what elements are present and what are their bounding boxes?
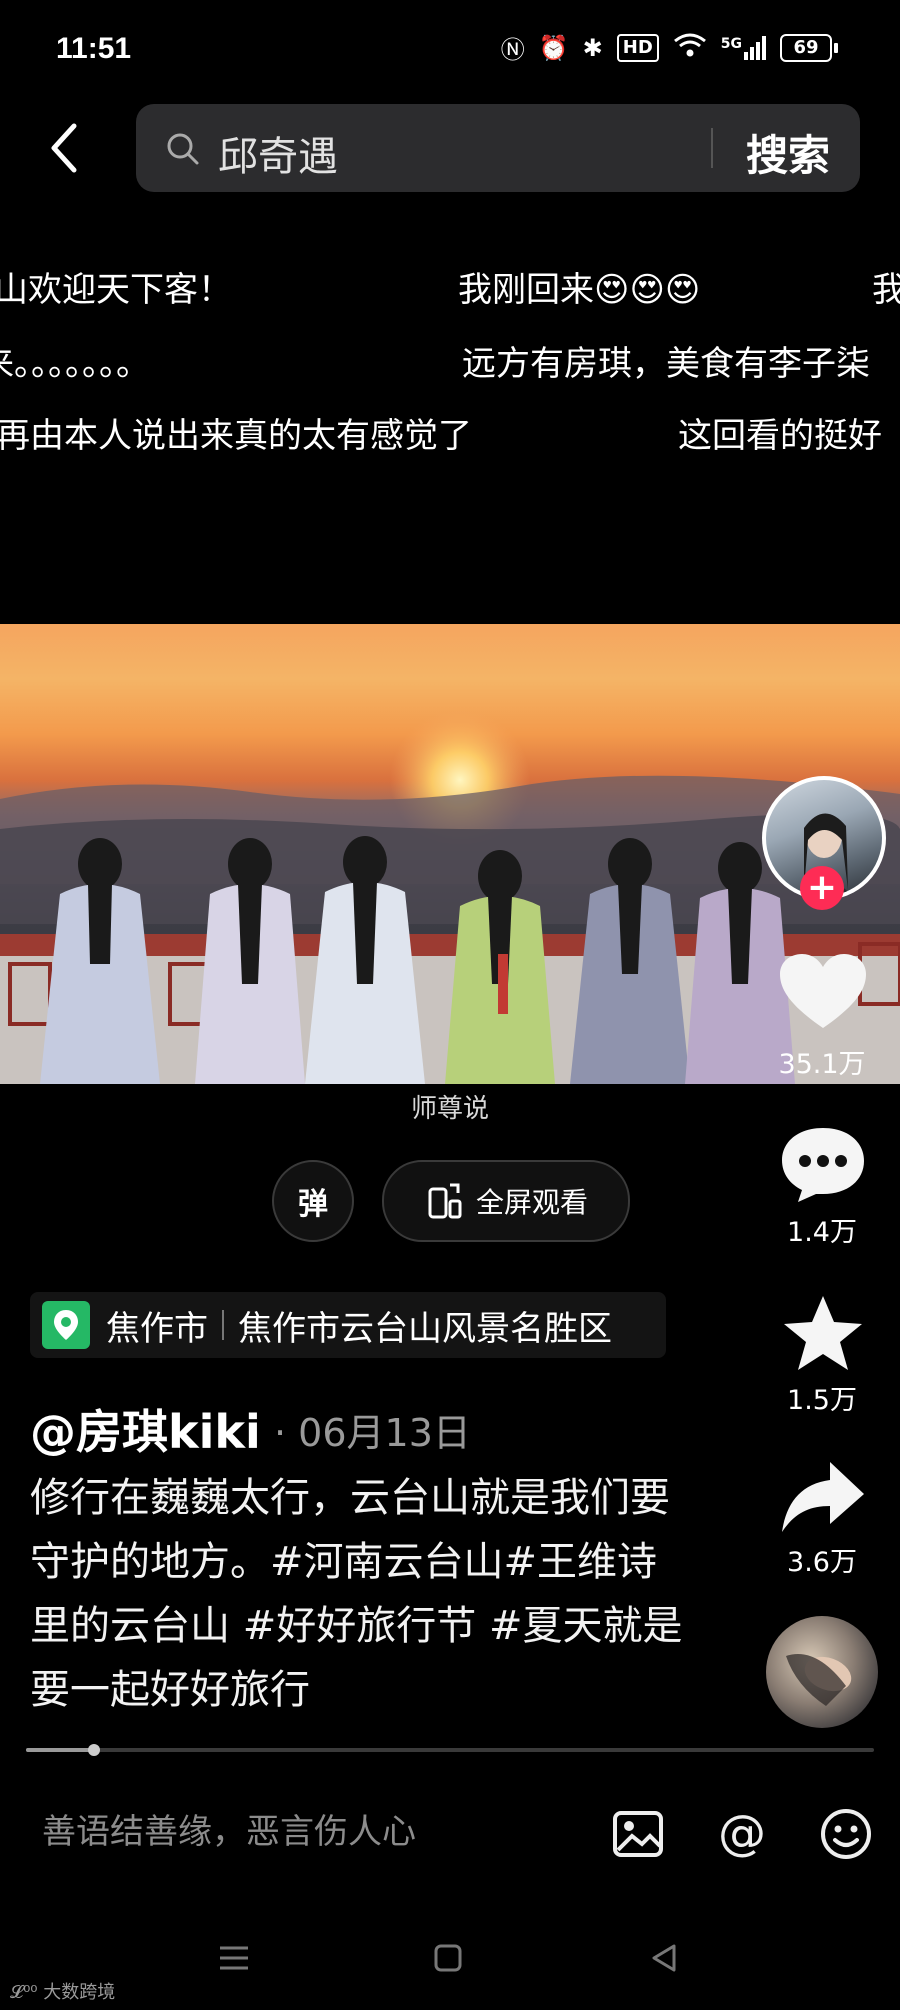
back-button[interactable] — [42, 118, 92, 178]
follow-button[interactable]: + — [800, 866, 844, 910]
danmaku-item: 我 — [872, 270, 900, 310]
alarm-icon: ⏰ — [538, 33, 569, 62]
search-button[interactable]: 搜索 — [746, 122, 830, 183]
music-cover-image — [786, 1654, 852, 1706]
search-divider — [711, 128, 713, 168]
emoji-icon[interactable] — [818, 1806, 874, 1862]
post-description: 修行在巍巍太行，云台山就是我们要守护的地方。#河南云台山#王维诗里的云台山 #好… — [30, 1475, 683, 1713]
location-pin-icon — [42, 1301, 90, 1349]
video-progress-bar[interactable] — [26, 1744, 874, 1756]
status-icons: Ⓝ ⏰ ✱ HD 5G 69 — [501, 30, 838, 65]
signal-icon: 5G — [721, 35, 766, 60]
progress-fill — [26, 1748, 94, 1752]
fullscreen-label: 全屏观看 — [475, 1186, 588, 1219]
watermark-text: 大数跨境 — [43, 1982, 116, 2003]
location-spot: 焦作市云台山风景名胜区 — [238, 1308, 612, 1349]
home-icon[interactable] — [428, 1938, 468, 1978]
watermark: 𝓛⁰⁰ 大数跨境 — [10, 1978, 115, 2004]
danmaku-item: 这回看的挺好 — [678, 416, 882, 456]
danmaku-item: 远方有房琪，美食有李子柒 — [462, 344, 870, 384]
author-name[interactable]: @房琪kiki — [30, 1396, 261, 1462]
plus-icon: + — [806, 867, 838, 908]
share-count: 3.6万 — [787, 1547, 857, 1578]
at-mention-icon[interactable]: @ — [714, 1806, 770, 1862]
rotate-screen-icon — [428, 1183, 462, 1219]
progress-handle[interactable] — [87, 1744, 100, 1756]
like-count: 35.1万 — [778, 1049, 866, 1080]
battery-level: 69 — [780, 33, 832, 62]
video-subtitle: 师尊说 — [410, 1094, 489, 1124]
watermark-logo-icon: 𝓛⁰⁰ — [10, 1982, 44, 2003]
menu-icon[interactable] — [214, 1938, 254, 1978]
music-disc[interactable] — [766, 1616, 878, 1728]
comment-count: 1.4万 — [787, 1217, 857, 1248]
hd-icon: HD — [616, 33, 659, 62]
status-time: 11:51 — [56, 32, 132, 65]
chevron-left-icon — [51, 123, 77, 173]
search-input[interactable]: 邱奇遇 — [218, 124, 338, 182]
location-divider — [222, 1310, 224, 1340]
favorite-count: 1.5万 — [787, 1385, 857, 1416]
share-icon[interactable] — [778, 1458, 868, 1538]
location-city: 焦作市 — [106, 1308, 208, 1349]
image-icon[interactable] — [610, 1806, 666, 1862]
search-icon — [167, 133, 199, 165]
comment-icon[interactable] — [778, 1124, 868, 1204]
back-nav-icon[interactable] — [644, 1938, 684, 1978]
search-bar[interactable]: 邱奇遇 搜索 — [136, 104, 860, 192]
danmaku-item: 我刚回来😍😍😍 — [458, 270, 701, 310]
post-date: · 06月13日 — [274, 1411, 471, 1455]
location-tag[interactable]: 焦作市 焦作市云台山风景名胜区 — [30, 1292, 666, 1358]
danmaku-item: 再由本人说出来真的太有感觉了 — [0, 416, 472, 456]
danmaku-item: 来。。。。。。。 — [0, 344, 150, 384]
heart-icon[interactable] — [778, 952, 868, 1032]
fullscreen-button[interactable]: 全屏观看 — [382, 1160, 630, 1242]
wifi-icon — [673, 32, 707, 64]
nfc-icon: Ⓝ — [500, 36, 525, 64]
comment-input[interactable]: 善语结善缘，恶言伤人心 — [42, 1804, 416, 1853]
star-icon[interactable] — [778, 1294, 868, 1374]
svg-text:@: @ — [718, 1806, 766, 1861]
danmaku-item: 山欢迎天下客！ — [0, 270, 232, 310]
danmaku-toggle-label: 弹 — [298, 1187, 328, 1222]
bluetooth-icon: ✱ — [582, 33, 603, 62]
battery-icon: 69 — [780, 33, 838, 62]
danmaku-toggle-button[interactable]: 弹 — [272, 1160, 354, 1242]
